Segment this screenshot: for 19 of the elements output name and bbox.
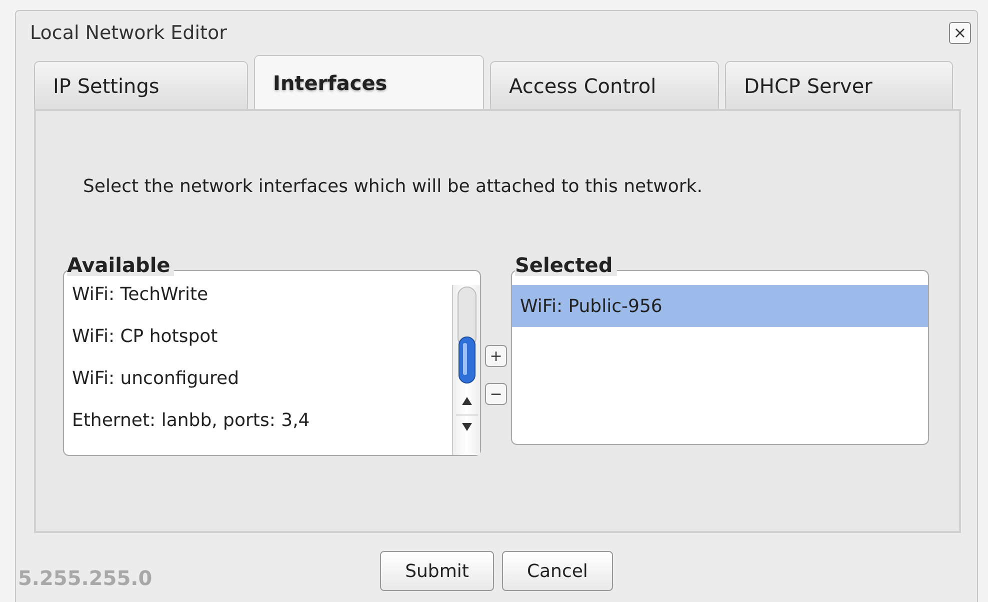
remove-button[interactable]: −: [485, 383, 507, 405]
list-item[interactable]: WiFi: CP hotspot: [64, 315, 452, 357]
list-item[interactable]: WiFi: Public-956: [512, 285, 928, 327]
list-item[interactable]: Ethernet: lanbb, ports: 3,4: [64, 399, 452, 441]
available-legend: Available: [67, 254, 174, 276]
add-button[interactable]: +: [485, 345, 507, 367]
selected-legend: Selected: [515, 254, 617, 276]
cancel-button[interactable]: Cancel: [502, 551, 613, 591]
list-item[interactable]: WiFi: unconfigured: [64, 357, 452, 399]
close-button[interactable]: ×: [949, 22, 971, 44]
window-title: Local Network Editor: [30, 20, 227, 46]
list-item[interactable]: WiFi: TechWrite: [64, 273, 452, 315]
submit-button[interactable]: Submit: [380, 551, 494, 591]
tab[interactable]: Interfaces: [254, 55, 484, 109]
tab[interactable]: Access Control: [490, 61, 719, 109]
tab[interactable]: DHCP Server: [725, 61, 953, 109]
instruction-text: Select the network interfaces which will be attached to this network.: [82, 175, 704, 199]
background-text: 5.255.255.0: [18, 565, 152, 592]
tab[interactable]: IP Settings: [34, 61, 248, 109]
